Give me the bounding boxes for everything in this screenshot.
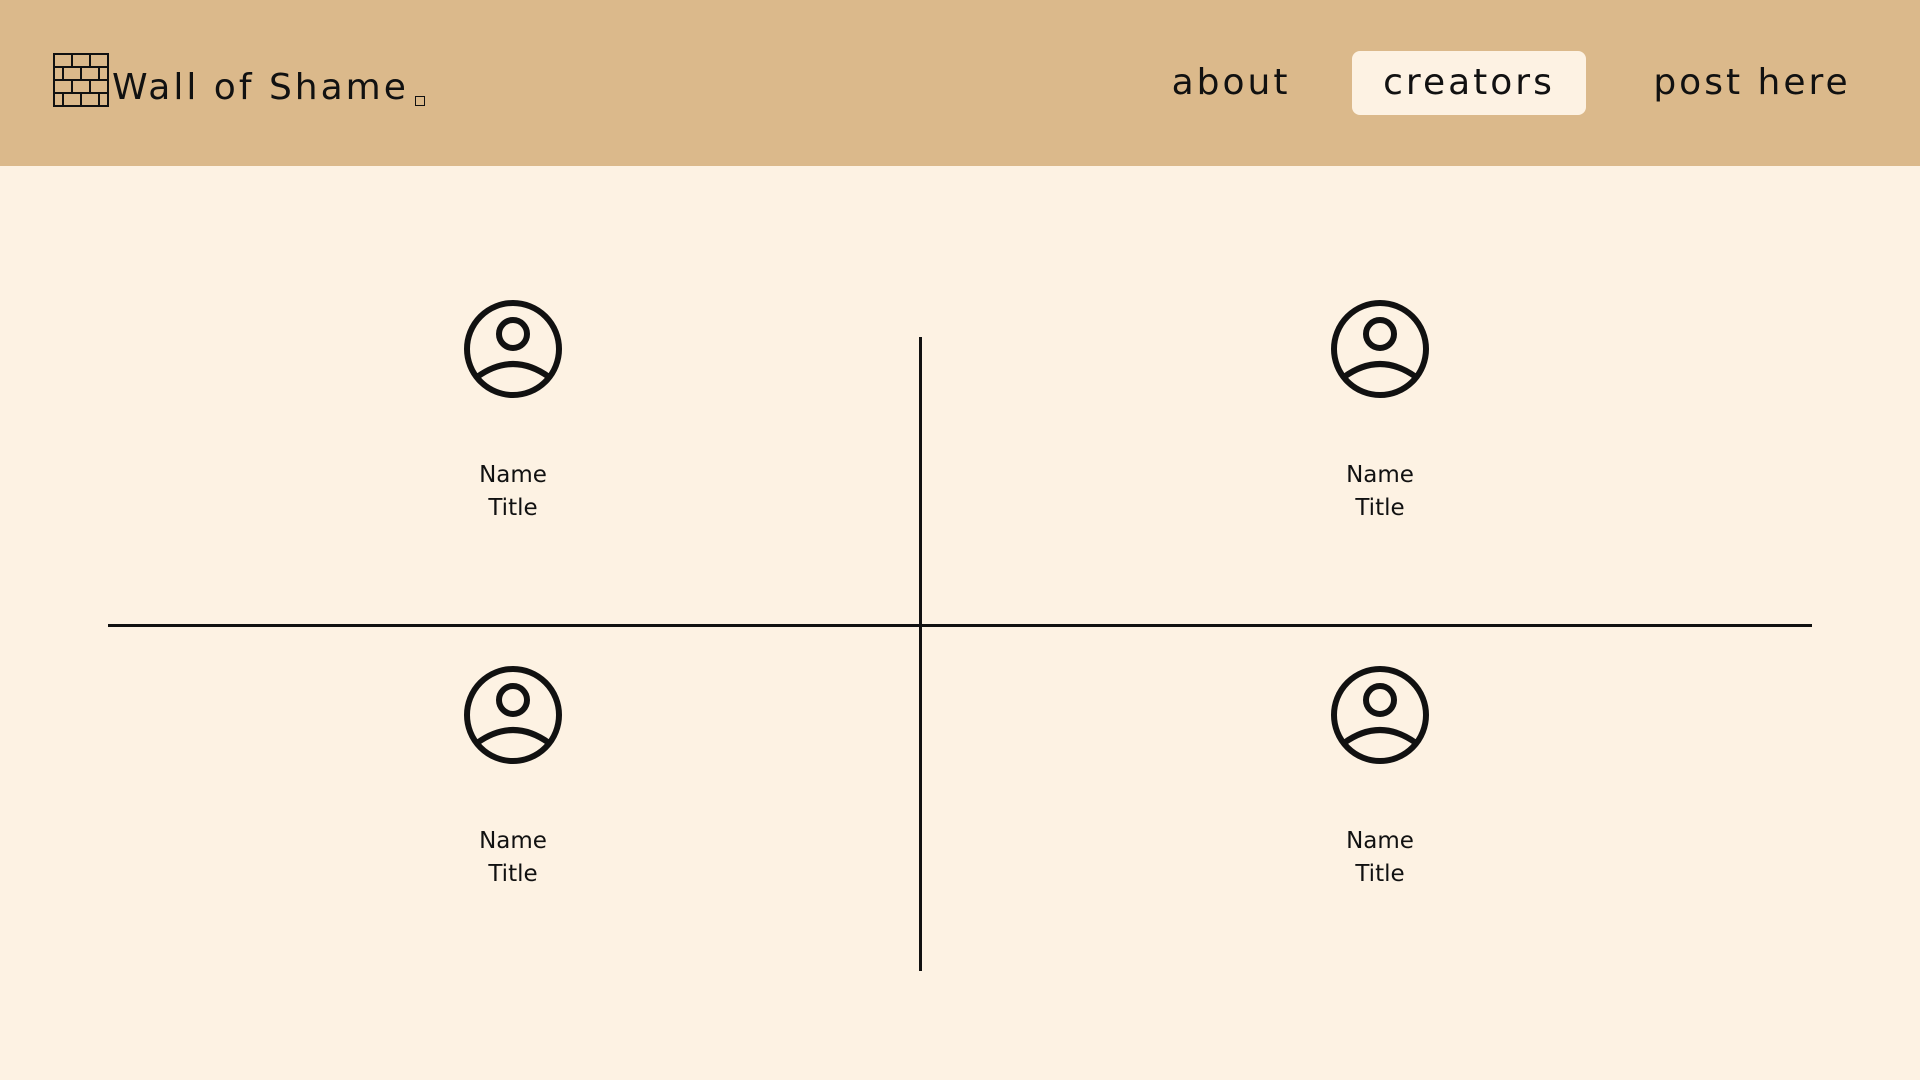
creator-title: Title <box>1355 495 1405 521</box>
creator-name: Name <box>1346 828 1414 854</box>
brand-square-mark <box>414 96 425 106</box>
grid-divider-vertical <box>919 337 922 971</box>
creator-title: Title <box>1355 861 1405 887</box>
creator-name: Name <box>479 828 547 854</box>
user-avatar-icon <box>1331 300 1429 398</box>
user-avatar-icon <box>464 300 562 398</box>
creator-card: Name Title <box>1250 299 1510 525</box>
creator-card: Name Title <box>1250 665 1510 891</box>
user-avatar-icon <box>464 666 562 764</box>
creator-title: Title <box>488 861 538 887</box>
creator-card: Name Title <box>383 299 643 525</box>
brand-title: Wall of Shame <box>112 67 409 108</box>
user-avatar-icon <box>1331 666 1429 764</box>
creator-title: Title <box>488 495 538 521</box>
creator-name: Name <box>479 462 547 488</box>
grid-divider-horizontal <box>108 624 1812 627</box>
nav-creators[interactable]: creators <box>1352 51 1586 115</box>
brand-logo[interactable]: Wall of Shame <box>52 52 425 108</box>
nav-about[interactable]: about <box>1156 51 1306 115</box>
top-nav-bar: Wall of Shame about creators post here <box>0 0 1920 166</box>
creator-card: Name Title <box>383 665 643 891</box>
brick-wall-icon <box>53 53 109 107</box>
creator-name: Name <box>1346 462 1414 488</box>
nav-post-here[interactable]: post here <box>1642 51 1862 115</box>
